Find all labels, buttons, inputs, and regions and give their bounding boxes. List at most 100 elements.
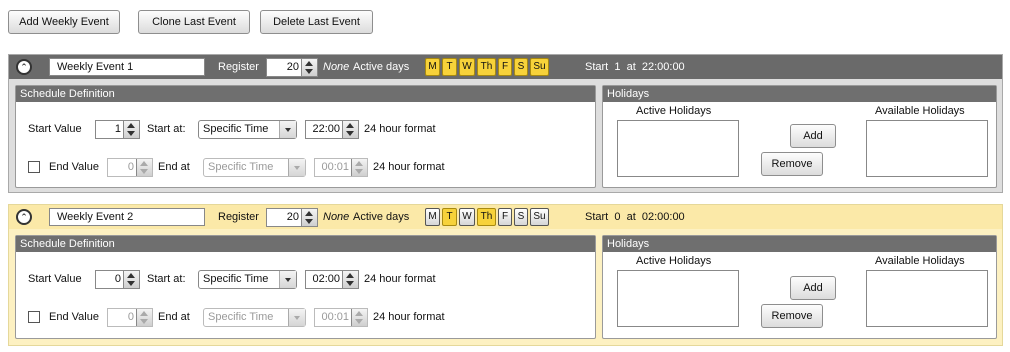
end-value-stepper[interactable]: 0 [107, 308, 153, 327]
remove-holiday-button[interactable]: Remove [761, 152, 823, 176]
day-toggle-saturday[interactable]: S [514, 58, 528, 76]
start-value-stepper[interactable]: 1 [95, 120, 140, 139]
day-toggle-tuesday[interactable]: T [442, 208, 457, 226]
clone-last-event-button[interactable]: Clone Last Event [138, 10, 250, 34]
active-days-label: Active days [353, 211, 410, 223]
end-time-value: 00:01 [321, 311, 349, 323]
stepper-arrows-icon[interactable] [123, 271, 139, 288]
collapse-icon[interactable]: ⌃ [16, 209, 32, 225]
end-value: 0 [127, 311, 134, 323]
day-toggle-wednesday[interactable]: W [459, 58, 475, 76]
active-holidays-list[interactable] [617, 270, 739, 327]
day-toggle-wednesday[interactable]: W [459, 208, 475, 226]
stepper-arrows-icon[interactable] [136, 159, 152, 176]
start-at-label: Start at: [147, 273, 186, 285]
stepper-arrows-icon[interactable] [123, 121, 139, 138]
end-at-select[interactable]: Specific Time [203, 158, 306, 177]
stepper-arrows-icon[interactable] [351, 159, 367, 176]
chevron-down-icon[interactable] [279, 121, 296, 138]
active-holidays-list[interactable] [617, 120, 739, 177]
day-toggle-tuesday[interactable]: T [442, 58, 457, 76]
stepper-arrows-icon[interactable] [342, 271, 358, 288]
start-value-stepper[interactable]: 0 [95, 270, 140, 289]
stepper-arrows-icon[interactable] [342, 121, 358, 138]
day-toggle-monday[interactable]: M [425, 208, 440, 226]
day-toggle-friday[interactable]: F [498, 208, 512, 226]
weekly-event-1: ⌃ Weekly Event 1 Register 20 None Active… [8, 54, 1003, 193]
end-value-stepper[interactable]: 0 [107, 158, 153, 177]
day-toggle-sunday[interactable]: Su [530, 208, 549, 226]
event-name-input[interactable]: Weekly Event 1 [49, 58, 205, 76]
end-time-stepper[interactable]: 00:01 [314, 158, 368, 177]
end-at-label: End at [158, 161, 190, 173]
available-holidays-list[interactable] [866, 120, 988, 177]
stepper-arrows-icon[interactable] [351, 309, 367, 326]
holidays-title: Holidays [603, 86, 996, 102]
active-holidays-label: Active Holidays [636, 105, 712, 117]
delete-last-event-button[interactable]: Delete Last Event [260, 10, 373, 34]
active-days-label: Active days [353, 61, 410, 73]
stepper-arrows-icon[interactable] [301, 209, 317, 226]
available-holidays-list[interactable] [866, 270, 988, 327]
start-at-label: Start at: [147, 123, 186, 135]
schedule-definition-title: Schedule Definition [16, 86, 595, 102]
add-holiday-button[interactable]: Add [790, 276, 836, 300]
end-value-label: End Value [49, 161, 99, 173]
end-time-format-label: 24 hour format [373, 311, 445, 323]
schedule-definition-panel: Schedule Definition Start Value 1 Start … [15, 85, 596, 188]
remove-holiday-button[interactable]: Remove [761, 304, 823, 328]
day-toggle-thursday[interactable]: Th [477, 58, 496, 76]
start-at-value: Specific Time [203, 273, 269, 285]
end-value: 0 [127, 161, 134, 173]
start-time-value: 22:00 [312, 123, 340, 135]
available-holidays-label: Available Holidays [875, 255, 965, 267]
end-value-checkbox[interactable] [28, 311, 40, 323]
start-at-select[interactable]: Specific Time [198, 120, 297, 139]
start-time-value: 02:00 [312, 273, 340, 285]
stepper-arrows-icon[interactable] [136, 309, 152, 326]
register-none-label: None [323, 211, 350, 223]
start-value: 0 [114, 273, 121, 285]
start-at-select[interactable]: Specific Time [198, 270, 297, 289]
start-time-stepper[interactable]: 02:00 [305, 270, 359, 289]
start-value: 1 [114, 123, 121, 135]
add-weekly-event-button[interactable]: Add Weekly Event [8, 10, 120, 34]
end-value-checkbox[interactable] [28, 161, 40, 173]
end-time-stepper[interactable]: 00:01 [314, 308, 368, 327]
schedule-definition-panel: Schedule Definition Start Value 0 Start … [15, 235, 596, 339]
event-header: ⌃ Weekly Event 1 Register 20 None Active… [9, 55, 1002, 79]
holidays-panel: Holidays Active Holidays Add Remove Avai… [602, 235, 997, 339]
end-time-format-label: 24 hour format [373, 161, 445, 173]
add-holiday-button[interactable]: Add [790, 124, 836, 148]
start-value-label: Start Value [28, 123, 82, 135]
collapse-icon[interactable]: ⌃ [16, 59, 32, 75]
stepper-arrows-icon[interactable] [301, 59, 317, 76]
available-holidays-label: Available Holidays [875, 105, 965, 117]
chevron-down-icon[interactable] [288, 159, 305, 176]
day-toggle-friday[interactable]: F [498, 58, 512, 76]
event-summary: Start 1 at 22:00:00 [585, 61, 685, 73]
register-label: Register [218, 211, 259, 223]
holidays-panel: Holidays Active Holidays Add Remove Avai… [602, 85, 997, 188]
event-name-input[interactable]: Weekly Event 2 [49, 208, 205, 226]
day-toggle-thursday[interactable]: Th [477, 208, 496, 226]
start-time-stepper[interactable]: 22:00 [305, 120, 359, 139]
active-holidays-label: Active Holidays [636, 255, 712, 267]
chevron-down-icon[interactable] [288, 309, 305, 326]
end-at-label: End at [158, 311, 190, 323]
end-at-value: Specific Time [208, 311, 274, 323]
register-label: Register [218, 61, 259, 73]
day-toggle-sunday[interactable]: Su [530, 58, 549, 76]
register-stepper[interactable]: 20 [266, 208, 318, 227]
schedule-definition-title: Schedule Definition [16, 236, 595, 252]
end-at-select[interactable]: Specific Time [203, 308, 306, 327]
register-stepper[interactable]: 20 [266, 58, 318, 77]
chevron-down-icon[interactable] [279, 271, 296, 288]
start-value-label: Start Value [28, 273, 82, 285]
register-value: 20 [286, 211, 299, 223]
start-time-format-label: 24 hour format [364, 123, 436, 135]
event-summary: Start 0 at 02:00:00 [585, 211, 685, 223]
day-toggle-monday[interactable]: M [425, 58, 440, 76]
start-time-format-label: 24 hour format [364, 273, 436, 285]
day-toggle-saturday[interactable]: S [514, 208, 528, 226]
